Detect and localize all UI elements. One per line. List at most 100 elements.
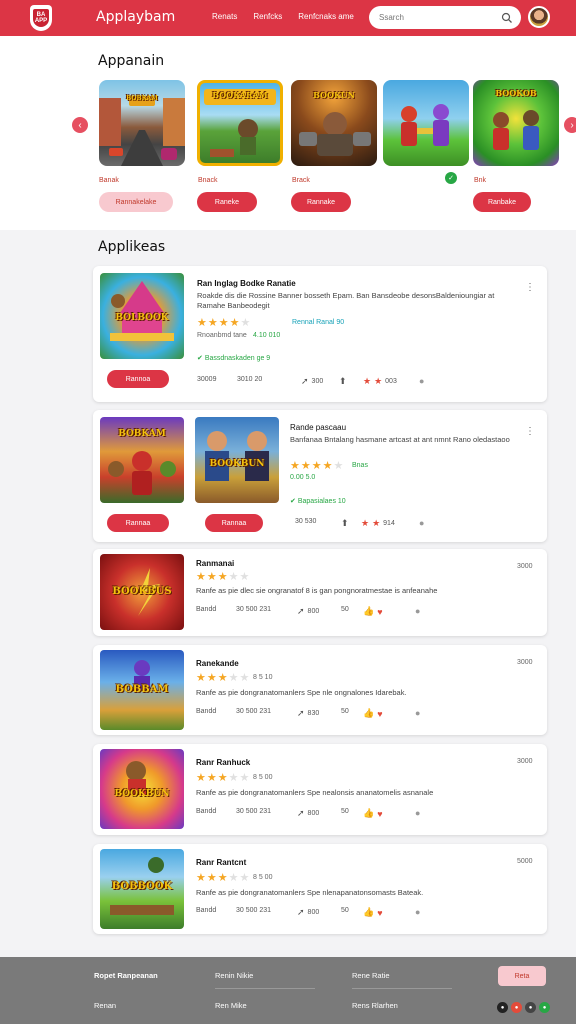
featured-card[interactable]: BOOKUN xyxy=(291,80,377,166)
featured-label: Bnk xyxy=(474,177,487,184)
featured-card[interactable]: BOOKOB xyxy=(473,80,559,166)
share-icon[interactable]: ➚ xyxy=(297,808,305,819)
app-thumbnail: BOOKBUS xyxy=(100,554,184,630)
upvote-icon[interactable]: ⬆ xyxy=(339,376,347,387)
stat-likes: 👍 ♥ xyxy=(363,907,383,918)
social-icon[interactable]: ● xyxy=(511,1002,522,1013)
footer-link[interactable]: Renan xyxy=(94,1001,116,1010)
heart-icon[interactable]: ♥ xyxy=(377,607,382,617)
info-icon[interactable]: ● xyxy=(415,606,420,616)
app-thumbnail: BOBBAM xyxy=(100,650,184,730)
share-icon[interactable]: ➚ xyxy=(297,907,305,918)
footer-link[interactable]: Renin Nikie xyxy=(215,971,253,980)
info-icon[interactable]: ● xyxy=(415,708,420,718)
app-description: Ranfe as pie dongranatomanlers Spe nlena… xyxy=(196,888,424,897)
stat-downloads: Bandd xyxy=(196,606,216,613)
stat-plays: 30 500 231 xyxy=(236,907,271,914)
stat-upvotes: ⬆ xyxy=(341,518,349,529)
info-icon[interactable]: ● xyxy=(419,376,424,386)
heart-icon[interactable]: ♥ xyxy=(377,809,382,819)
more-options-icon[interactable]: ⋮ xyxy=(525,282,535,293)
app-thumbnail: BOLBOOK xyxy=(100,273,184,359)
upvote-icon[interactable]: ⬆ xyxy=(341,518,349,529)
app-card[interactable]: BOBBOOK Ranr Rantcnt 5000 ★★★★★ 8 5 00 R… xyxy=(93,844,547,934)
carousel-next-button[interactable]: › xyxy=(564,117,576,133)
app-card-button[interactable]: Rannoa xyxy=(107,370,169,388)
featured-label: Brack xyxy=(292,177,310,184)
user-avatar[interactable] xyxy=(528,6,550,28)
app-title: Rande pascaau xyxy=(290,423,347,432)
app-card[interactable]: BOOKBUS Ranmanai 3000 ★★★★★ Ranfe as pie… xyxy=(93,549,547,636)
thumbs-up-icon[interactable]: 👍 xyxy=(363,708,374,719)
footer-link[interactable]: Rens Rlarhen xyxy=(352,1001,398,1010)
stat-value: 914 xyxy=(383,520,395,527)
app-card-button-secondary[interactable]: Rannaa xyxy=(205,514,263,532)
stat-comments: 50 xyxy=(341,808,349,815)
heart-icon[interactable]: ♥ xyxy=(377,709,382,719)
info-icon[interactable]: ● xyxy=(419,518,424,528)
featured-button[interactable]: Ranbake xyxy=(473,192,531,212)
footer-link[interactable]: Ren Mike xyxy=(215,1001,247,1010)
info-stat: ● xyxy=(419,518,424,528)
stat-value: Bandd xyxy=(196,907,217,914)
star-icon[interactable]: ★ xyxy=(374,376,382,387)
stat-plays: 30 530 xyxy=(295,518,316,525)
share-icon[interactable]: ➚ xyxy=(297,606,305,617)
carousel-prev-button[interactable]: ‹ xyxy=(72,117,88,133)
app-logo[interactable]: BA APP xyxy=(30,5,52,31)
stat-value: 830 xyxy=(307,710,320,717)
thumbs-up-icon[interactable]: 👍 xyxy=(363,808,374,819)
app-card[interactable]: BOBKAM BOOKBUN Rande pascaau Banfanaa Bn… xyxy=(93,410,547,542)
verified-text: Bapasialaes 10 xyxy=(297,498,346,505)
star-icon[interactable]: ★ xyxy=(363,376,371,387)
featured-art-label: BOOKOB xyxy=(495,88,537,98)
app-art-label: BOOKBUN xyxy=(209,459,265,469)
footer-button[interactable]: Reta xyxy=(498,966,546,986)
thumbs-up-icon[interactable]: 👍 xyxy=(363,907,374,918)
social-icon[interactable]: ● xyxy=(525,1002,536,1013)
featured-card[interactable]: BOBKAM xyxy=(99,80,185,166)
stat-value: 30 500 231 xyxy=(236,907,272,914)
stat-shares: ➚ 800 xyxy=(297,808,319,819)
share-icon[interactable]: ➚ xyxy=(301,376,309,387)
featured-button[interactable]: Rannakelake xyxy=(99,192,173,212)
info-stat: ● xyxy=(415,907,420,917)
featured-button[interactable]: Rannake xyxy=(291,192,351,212)
stat-likes: 👍 ♥ xyxy=(363,606,383,617)
more-options-icon[interactable]: ⋮ xyxy=(525,426,535,437)
stat-likes: 👍 ♥ xyxy=(363,808,383,819)
nav-item-2[interactable]: Renfcks xyxy=(253,12,282,21)
stat-downloads: Bandd xyxy=(196,907,216,914)
stat-downloads: Bandd xyxy=(196,708,216,715)
social-icon[interactable]: ● xyxy=(497,1002,508,1013)
nav-item-3[interactable]: Renfcnaks ame xyxy=(298,12,354,21)
stat-comments: 50 xyxy=(341,907,349,914)
featured-card[interactable]: BOOKARAM xyxy=(197,80,283,166)
heart-icon[interactable]: ♥ xyxy=(377,908,382,918)
info-icon[interactable]: ● xyxy=(415,907,420,917)
main-nav: Renats Renfcks Renfcnaks ame xyxy=(212,12,354,21)
app-card[interactable]: BOBBAM Ranekande 3000 ★★★★★ 8 5 10 Ranfe… xyxy=(93,645,547,735)
info-stat: ● xyxy=(419,376,424,386)
app-card[interactable]: BOLBOOK Ran Inglag Bodke Ranatie Roakde … xyxy=(93,266,547,402)
star-icon[interactable]: ★ xyxy=(361,518,369,529)
featured-card[interactable] xyxy=(383,80,469,166)
star-icon[interactable]: ★ xyxy=(372,518,380,529)
rating-stars: ★★★★★ xyxy=(196,772,251,784)
info-stat: ● xyxy=(415,708,420,718)
app-title: Ranekande xyxy=(196,659,239,668)
info-icon[interactable]: ● xyxy=(415,808,420,818)
nav-item-1[interactable]: Renats xyxy=(212,12,237,21)
share-icon[interactable]: ➚ xyxy=(297,708,305,719)
app-header: BA APP Applaybam Renats Renfcks Renfcnaks… xyxy=(0,0,576,36)
rating-meta-secondary: Rnoanbmd tane xyxy=(197,332,247,339)
search-input[interactable] xyxy=(379,13,489,22)
app-card[interactable]: BOOKBUN Ranr Ranhuck 3000 ★★★★★ 8 5 00 R… xyxy=(93,744,547,835)
thumbs-up-icon[interactable]: 👍 xyxy=(363,606,374,617)
footer-link[interactable]: Rene Ratie xyxy=(352,971,390,980)
app-card-button[interactable]: Rannaa xyxy=(107,514,169,532)
search-icon[interactable] xyxy=(501,11,513,29)
app-title: Ranmanai xyxy=(196,559,235,568)
featured-button[interactable]: Raneke xyxy=(197,192,257,212)
social-icon[interactable]: ● xyxy=(539,1002,550,1013)
